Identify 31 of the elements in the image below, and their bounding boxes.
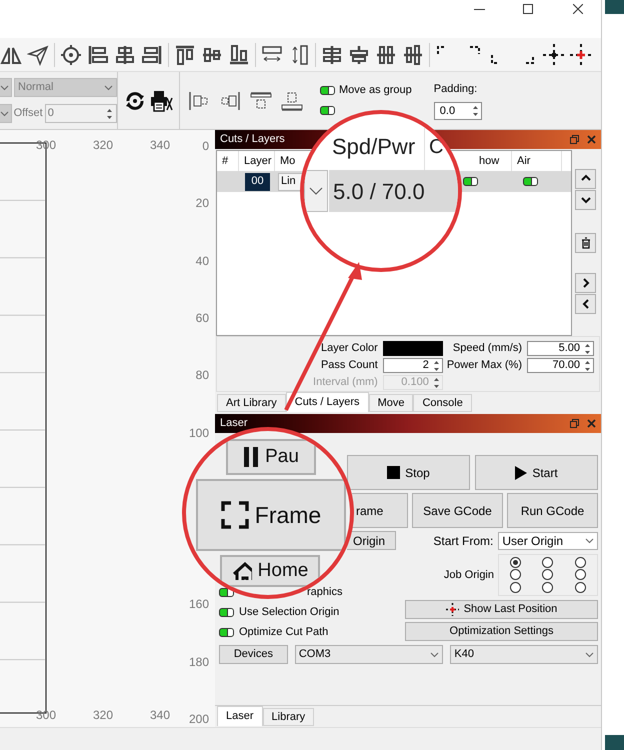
ruler-label: 80 [196, 367, 209, 384]
ruler-label: 20 [196, 195, 209, 212]
toggle-label: raphics [307, 584, 342, 600]
layer-color-cell: 00 [245, 172, 270, 190]
table-cell: 5.0 / 70.0 [329, 170, 458, 212]
field-label: Job Origin [444, 568, 494, 583]
ruler-label: 40 [196, 252, 209, 270]
offset-label: Offset [14, 106, 43, 122]
field-label: Speed (mm/s) [452, 341, 522, 356]
field-label: Start From: [433, 532, 494, 550]
ruler-label: 60 [196, 310, 209, 327]
field-label: Power Max (%) [446, 358, 522, 374]
toggle-label: Move as group [339, 83, 412, 98]
toggle-label: Use Selection Origin [239, 604, 340, 620]
padding-label: Padding: [434, 82, 478, 98]
field-label: Pass Count [320, 358, 378, 374]
ruler-label: 160 [188, 596, 209, 614]
ruler-label: 100 [188, 424, 209, 442]
panel-title: Laser [220, 416, 248, 432]
ruler-label: 0 [202, 138, 209, 155]
ruler-label: 200 [188, 711, 209, 728]
field-label: Interval (mm) [313, 375, 378, 390]
ruler-label: 340 [150, 137, 170, 154]
ruler-label: 320 [92, 707, 114, 724]
ruler-label: 320 [92, 137, 114, 154]
ruler-label: 340 [150, 707, 170, 724]
field-label: Layer Color [320, 341, 378, 356]
ruler-label: 300 [36, 707, 56, 724]
toggle-label: Optimize Cut Path [239, 624, 328, 640]
ruler-label: 180 [188, 654, 209, 671]
panel-title: Cuts / Layers [220, 132, 285, 148]
